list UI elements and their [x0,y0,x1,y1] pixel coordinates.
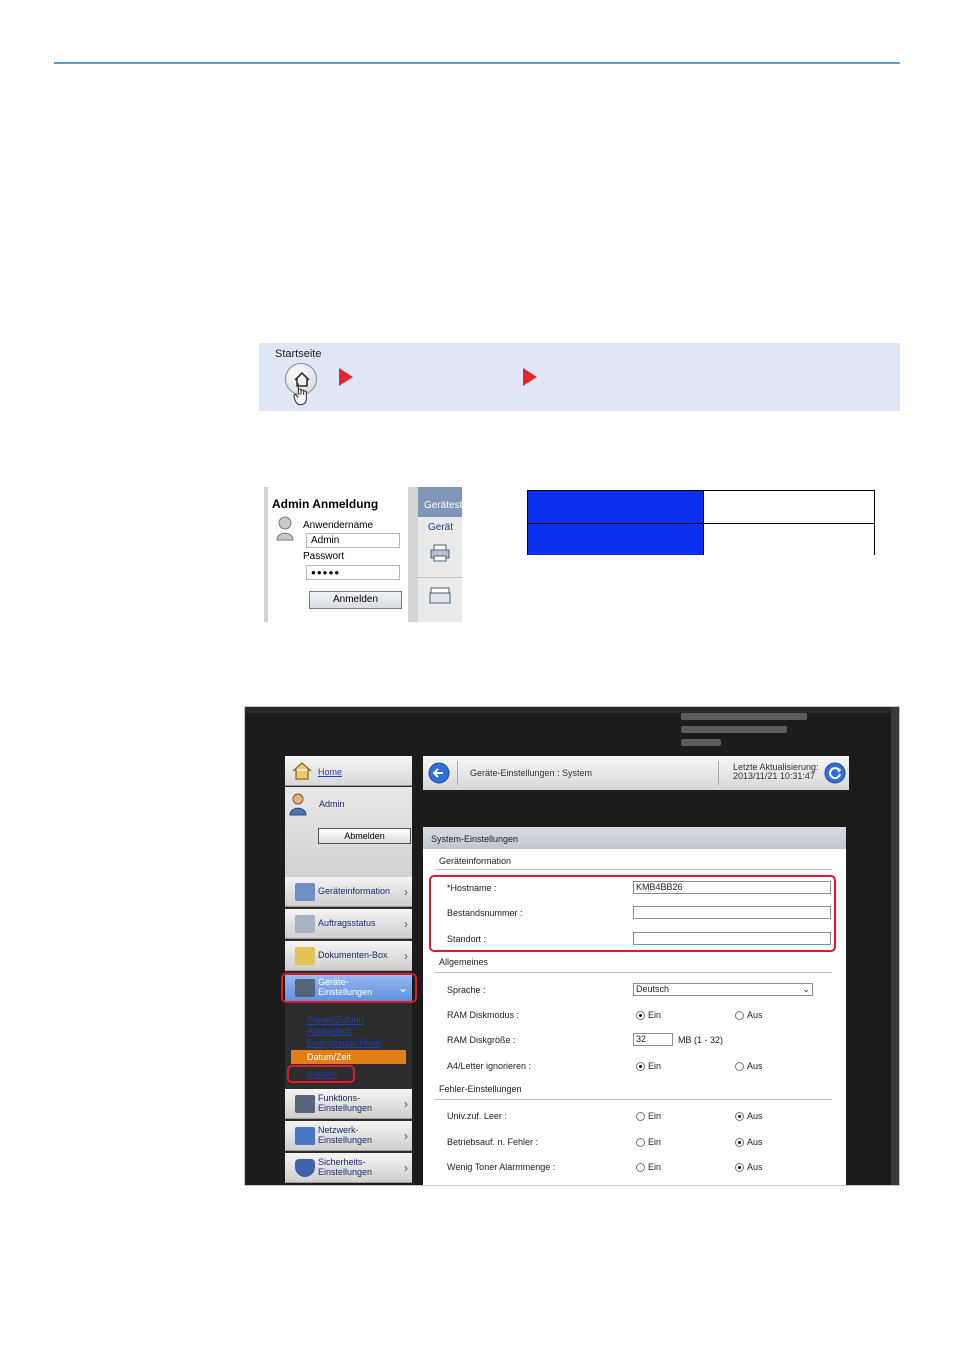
language-label: Sprache : [447,985,486,995]
breadcrumb: Geräte-Einstellungen : System [470,768,593,778]
radio-label: Ein [648,1137,662,1147]
section-error-settings: Fehler-Einstellungen [439,1084,522,1094]
user-name: Admin [319,799,345,809]
table-row [528,491,874,523]
language-select[interactable]: Deutsch ⌄ [633,983,813,996]
admin-login-panel: Gerätest Gerät Admin Anmeldung Anwendern… [264,487,462,622]
top-rule [54,62,900,64]
refresh-icon[interactable] [824,762,846,784]
network-settings-icon [295,1127,315,1145]
step-arrow-icon [339,368,353,386]
sidebar-item-document-box[interactable]: Dokumenten-Box › [285,941,412,971]
ram-disk-off-radio[interactable] [735,1011,744,1020]
chevron-down-icon: ⌄ [802,984,810,994]
universal-tray-empty-label: Univ.zuf. Leer : [447,1111,507,1121]
sub-tab-device[interactable]: Gerät [428,522,453,533]
username-field[interactable]: Admin [306,533,400,548]
radio-label: Ein [648,1162,662,1172]
username-label: Anwendername [303,520,374,531]
table-cell [703,491,874,523]
navigation-step-bar: Startseite [259,343,900,411]
table-row [528,523,874,555]
logout-button[interactable]: Abmelden [318,828,411,844]
low-toner-on-radio[interactable] [636,1163,645,1172]
radio-label: Aus [747,1061,763,1071]
user-icon [276,515,294,541]
password-label: Passwort [303,551,345,562]
printer-icon[interactable] [428,544,452,562]
radio-label: Aus [747,1010,763,1020]
sidebar-item-function-settings[interactable]: Funktions- Einstellungen › [285,1089,412,1119]
operation-after-error-on-radio[interactable] [636,1138,645,1147]
radio-label: Ein [648,1111,662,1121]
user-icon [289,793,307,816]
function-settings-icon [295,1095,315,1113]
last-update-value: 2013/11/21 10:31:47 [733,771,815,781]
radio-label: Ein [648,1010,662,1020]
start-label: Startseite [275,348,322,360]
ram-disk-mode-label: RAM Diskmodus : [447,1010,520,1020]
submenu-output-tray[interactable]: Ablagefach [307,1026,352,1036]
sidebar-item-security-settings[interactable]: Sicherheits- Einstellungen › [285,1153,412,1183]
sidebar-item-job-status[interactable]: Auftragsstatus › [285,909,412,939]
sidebar-item-device-info[interactable]: Geräteinformation › [285,877,412,907]
command-center-screenshot: Home Admin Abmelden Geräteinformation › A… [244,706,900,1186]
hand-pointer-icon [293,383,307,406]
highlight-device-settings [281,973,417,1003]
home-link[interactable]: Home [318,767,342,777]
scanner-icon[interactable] [428,587,452,605]
table-cell [703,524,874,555]
tab-device-status[interactable]: Gerätest [424,500,462,511]
login-button[interactable]: Anmelden [309,591,402,609]
ram-disk-size-field[interactable]: 32 [633,1033,673,1046]
home-icon [292,762,312,780]
radio-label: Ein [648,1061,662,1071]
table-cell [528,491,703,523]
ram-disk-size-label: RAM Diskgröße : [447,1035,516,1045]
radio-label: Aus [747,1111,763,1121]
submenu-energy-saver[interactable]: Energiespar/Timer [307,1038,381,1048]
sidebar-item-network-settings[interactable]: Netzwerk- Einstellungen › [285,1121,412,1151]
highlight-device-info-fields [429,875,836,952]
section-title: System-Einstellungen [431,834,519,844]
submenu-date-time[interactable]: Datum/Zeit [307,1052,351,1062]
login-title: Admin Anmeldung [272,497,379,511]
ram-disk-on-radio[interactable] [636,1011,645,1020]
operation-after-error-off-radio[interactable] [735,1138,744,1147]
device-info-icon [295,883,315,901]
sidebar: Home Admin Abmelden Geräteinformation › A… [285,756,412,1183]
table-cell [528,524,703,555]
operation-after-error-label: Betriebsauf. n. Fehler : [447,1137,539,1147]
radio-label: Aus [747,1162,763,1172]
back-icon[interactable] [428,762,450,784]
highlight-system [287,1065,355,1083]
a4-letter-off-radio[interactable] [735,1062,744,1071]
step-arrow-icon [523,368,537,386]
document-box-icon [295,947,315,965]
universal-tray-on-radio[interactable] [636,1112,645,1121]
a4-letter-on-radio[interactable] [636,1062,645,1071]
submenu-paper-feed[interactable]: Papier/Zufuhr/ [307,1015,364,1025]
page-header: Geräte-Einstellungen : System Letzte Akt… [423,756,849,790]
credentials-table [527,490,875,555]
section-general: Allgemeines [439,957,489,967]
section-device-info: Geräteinformation [439,856,512,866]
low-toner-off-radio[interactable] [735,1163,744,1172]
password-field[interactable]: ●●●●● [306,565,400,580]
job-status-icon [295,915,315,933]
universal-tray-off-radio[interactable] [735,1112,744,1121]
ram-disk-size-unit: MB (1 - 32) [678,1035,724,1045]
a4-letter-label: A4/Letter ignorieren : [447,1061,532,1071]
low-toner-alert-label: Wenig Toner Alarmmenge : [447,1162,556,1172]
radio-label: Aus [747,1137,763,1147]
shield-icon [295,1159,315,1177]
